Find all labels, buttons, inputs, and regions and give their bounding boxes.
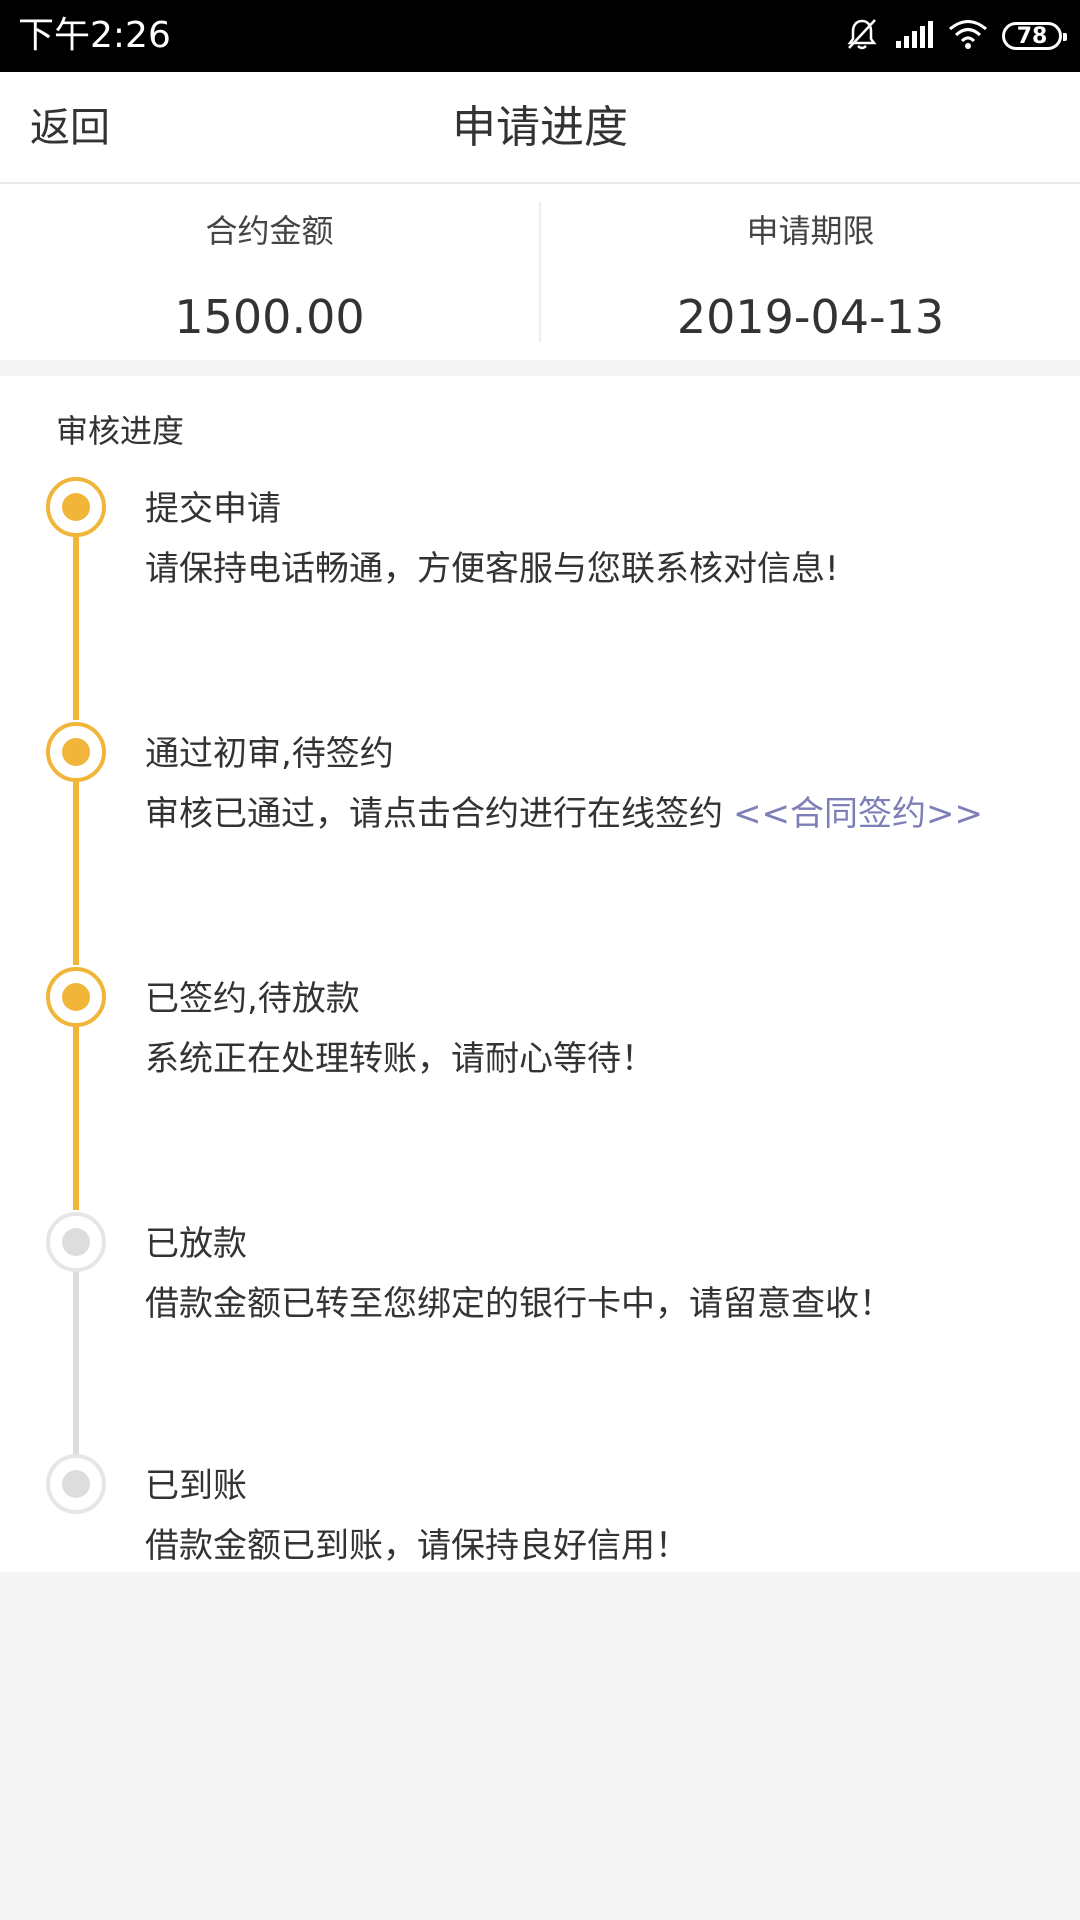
step-desc-text: 系统正在处理转账，请耐心等待！ [145, 1039, 655, 1079]
term-block: 申请期限 2019-04-13 [539, 202, 1080, 344]
contract-summary: 合约金额 1500.00 申请期限 2019-04-13 [0, 184, 1080, 360]
step-desc: 审核已通过，请点击合约进行在线签约 <<合同签约>> [145, 786, 983, 835]
step-desc: 系统正在处理转账，请耐心等待！ [145, 1031, 655, 1080]
step-desc: 借款金额已到账，请保持良好信用！ [145, 1518, 689, 1567]
status-bar: 下午2:26 78 [0, 0, 1080, 72]
nav-bar: 返回 申请进度 [0, 72, 1080, 184]
status-time: 下午2:26 [18, 15, 171, 56]
status-icons: 78 [844, 0, 1067, 72]
step-desc-text: 借款金额已转至您绑定的银行卡中，请留意查收！ [145, 1284, 893, 1324]
term-value: 2019-04-13 [676, 290, 945, 344]
step-status-icon [46, 477, 106, 537]
progress-step-disbursed: 已放款 借款金额已转至您绑定的银行卡中，请留意查收！ [0, 1210, 1080, 1455]
review-progress: 审核进度 提交申请 请保持电话畅通，方便客服与您联系核对信息! 通过初审,待签约… [0, 376, 1080, 1572]
step-status-icon [46, 1212, 106, 1272]
progress-step-submitted: 提交申请 请保持电话畅通，方便客服与您联系核对信息! [0, 475, 1080, 720]
step-status-icon [46, 967, 106, 1027]
contract-sign-link[interactable]: <<合同签约>> [733, 794, 983, 834]
amount-label: 合约金额 [205, 212, 334, 250]
step-name: 已签约,待放款 [145, 979, 360, 1019]
step-status-icon [46, 1454, 106, 1514]
step-desc: 借款金额已转至您绑定的银行卡中，请留意查收！ [145, 1276, 893, 1325]
timeline-connector [73, 533, 79, 720]
step-desc-text: 请保持电话畅通，方便客服与您联系核对信息! [145, 549, 839, 589]
battery-icon: 78 [1002, 22, 1067, 50]
step-desc-text: 借款金额已到账，请保持良好信用！ [145, 1526, 689, 1566]
mute-icon [844, 16, 880, 56]
signal-icon [894, 19, 934, 53]
progress-step-signed: 已签约,待放款 系统正在处理转账，请耐心等待！ [0, 965, 1080, 1210]
step-name: 已放款 [145, 1224, 247, 1264]
step-desc: 请保持电话畅通，方便客服与您联系核对信息! [145, 541, 839, 590]
step-name: 已到账 [145, 1466, 247, 1506]
wifi-icon [948, 18, 988, 54]
timeline-connector [73, 1268, 79, 1455]
step-name: 通过初审,待签约 [145, 734, 394, 774]
progress-step-arrived: 已到账 借款金额已到账，请保持良好信用！ [0, 1452, 1080, 1697]
step-desc-text: 审核已通过，请点击合约进行在线签约 [145, 794, 723, 834]
section-title: 审核进度 [56, 412, 185, 450]
amount-value: 1500.00 [174, 290, 365, 344]
term-label: 申请期限 [746, 212, 875, 250]
step-status-icon [46, 722, 106, 782]
page-title: 申请进度 [452, 102, 628, 153]
timeline-connector [73, 1023, 79, 1210]
step-name: 提交申请 [145, 489, 281, 529]
timeline-connector [73, 778, 79, 965]
amount-block: 合约金额 1500.00 [0, 184, 539, 360]
progress-step-approved: 通过初审,待签约 审核已通过，请点击合约进行在线签约 <<合同签约>> [0, 720, 1080, 965]
